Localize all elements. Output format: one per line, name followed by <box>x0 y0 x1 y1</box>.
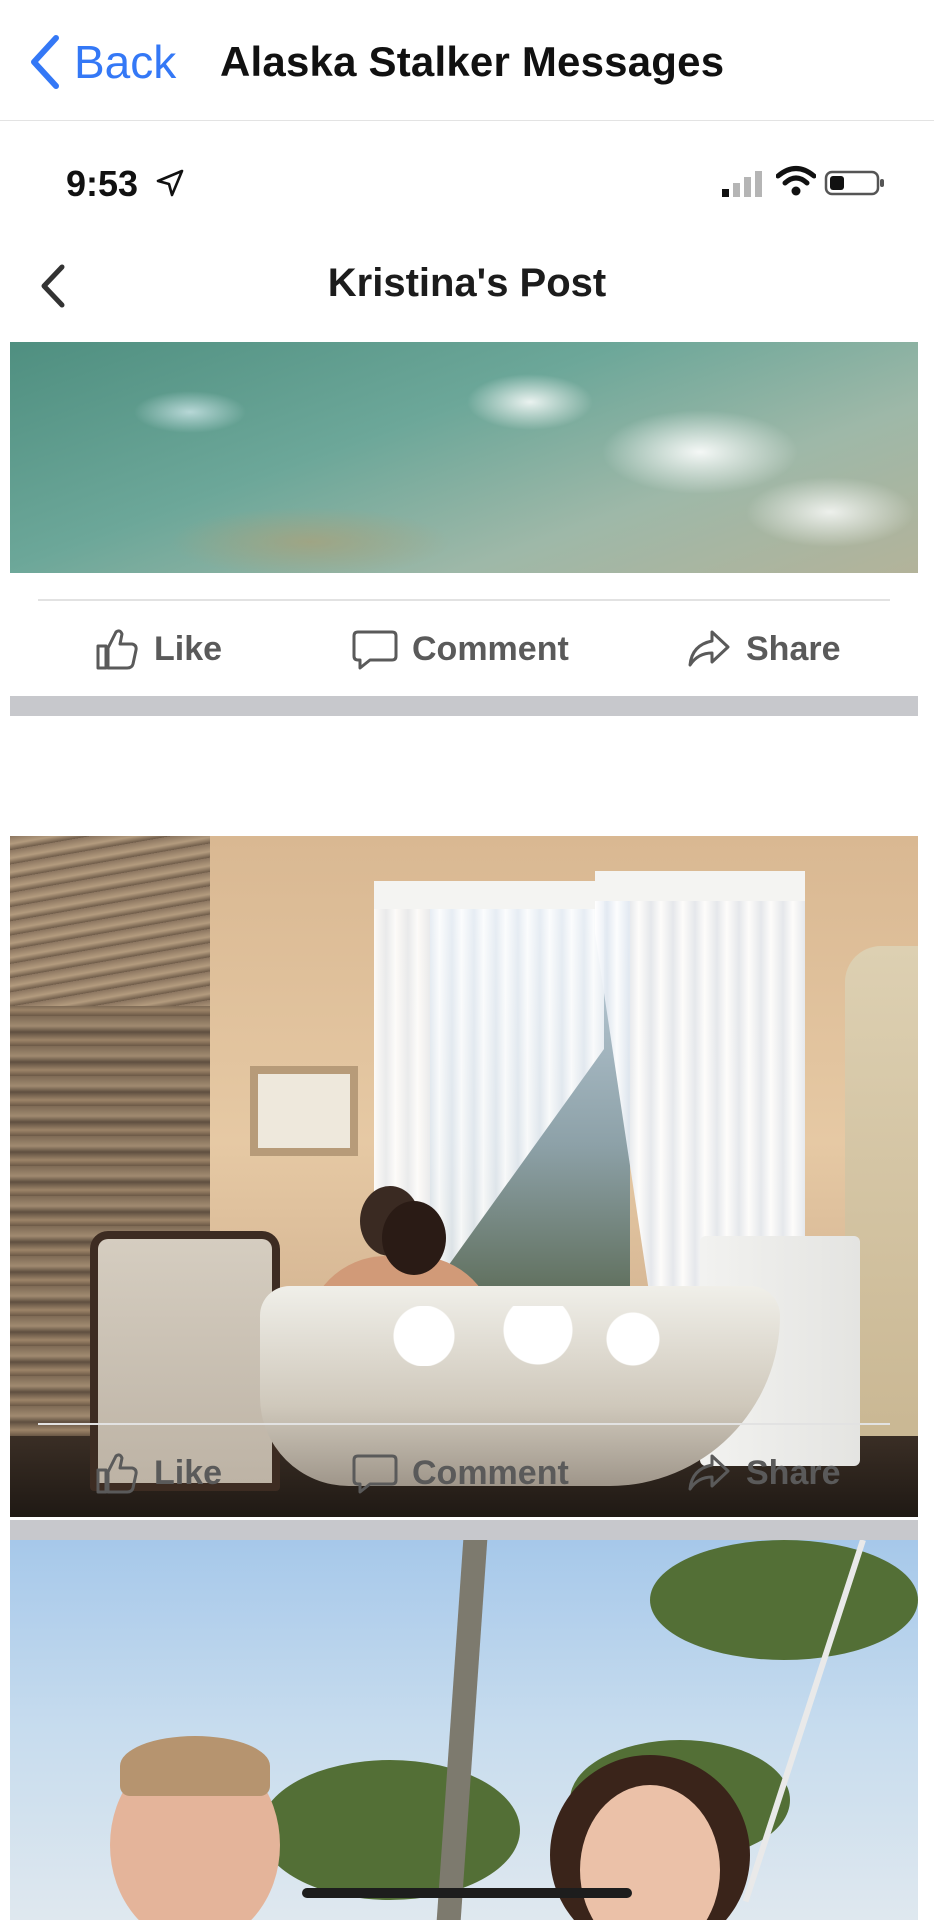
back-button[interactable]: Back <box>28 30 176 94</box>
share-label: Share <box>746 1453 841 1492</box>
photo-fish-picture <box>250 1066 358 1156</box>
wifi-icon <box>776 166 816 196</box>
post-photo-bathtub[interactable] <box>10 836 918 1517</box>
comment-label: Comment <box>412 629 569 668</box>
share-arrow-icon <box>688 1454 730 1491</box>
comment-label: Comment <box>412 1453 569 1492</box>
thumbs-up-icon <box>96 1453 138 1494</box>
divider <box>38 1423 890 1425</box>
page-title: Alaska Stalker Messages <box>220 38 725 85</box>
post-separator <box>10 1520 918 1540</box>
status-bar: 9:53 <box>0 121 934 241</box>
cellular-signal-icon <box>722 171 762 197</box>
post-actions: Like Comment Share <box>0 1433 934 1513</box>
app-nav-bar: Back Alaska Stalker Messages <box>0 0 934 121</box>
like-button[interactable]: Like <box>94 1433 222 1513</box>
share-button[interactable]: Share <box>686 1433 841 1513</box>
photo-bubbles <box>310 1306 690 1366</box>
back-label: Back <box>74 36 177 88</box>
comment-button[interactable]: Comment <box>352 1433 569 1513</box>
comment-button[interactable]: Comment <box>352 609 569 689</box>
chevron-left-icon <box>31 35 59 89</box>
post-actions: Like Comment Share <box>0 609 934 689</box>
post-title: Kristina's Post <box>327 261 607 305</box>
like-label: Like <box>154 629 223 668</box>
post-photo-couple[interactable] <box>10 1540 918 1920</box>
photo-tree-foliage <box>260 1760 520 1900</box>
comment-bubble-icon <box>352 1454 398 1494</box>
share-button[interactable]: Share <box>686 609 841 689</box>
photo-stone-frame <box>10 836 210 1006</box>
post-photo-water[interactable] <box>10 342 918 573</box>
post-separator <box>10 696 918 716</box>
status-time: 9:53 <box>66 163 139 204</box>
location-arrow-icon <box>156 169 184 197</box>
photo-person-woman <box>382 1201 446 1275</box>
like-button[interactable]: Like <box>94 609 222 689</box>
share-arrow-icon <box>688 630 730 667</box>
thumbs-up-icon <box>96 629 138 670</box>
like-label: Like <box>154 1453 223 1492</box>
battery-icon <box>824 170 884 196</box>
embedded-screenshot: 9:53 Kristina's Post Like Comment Share … <box>0 121 934 1920</box>
home-indicator[interactable] <box>302 1888 632 1898</box>
share-label: Share <box>746 629 841 668</box>
photo-man-hair <box>120 1736 270 1796</box>
photo-tree-foliage <box>650 1540 918 1660</box>
divider <box>38 599 890 601</box>
comment-bubble-icon <box>352 630 398 670</box>
